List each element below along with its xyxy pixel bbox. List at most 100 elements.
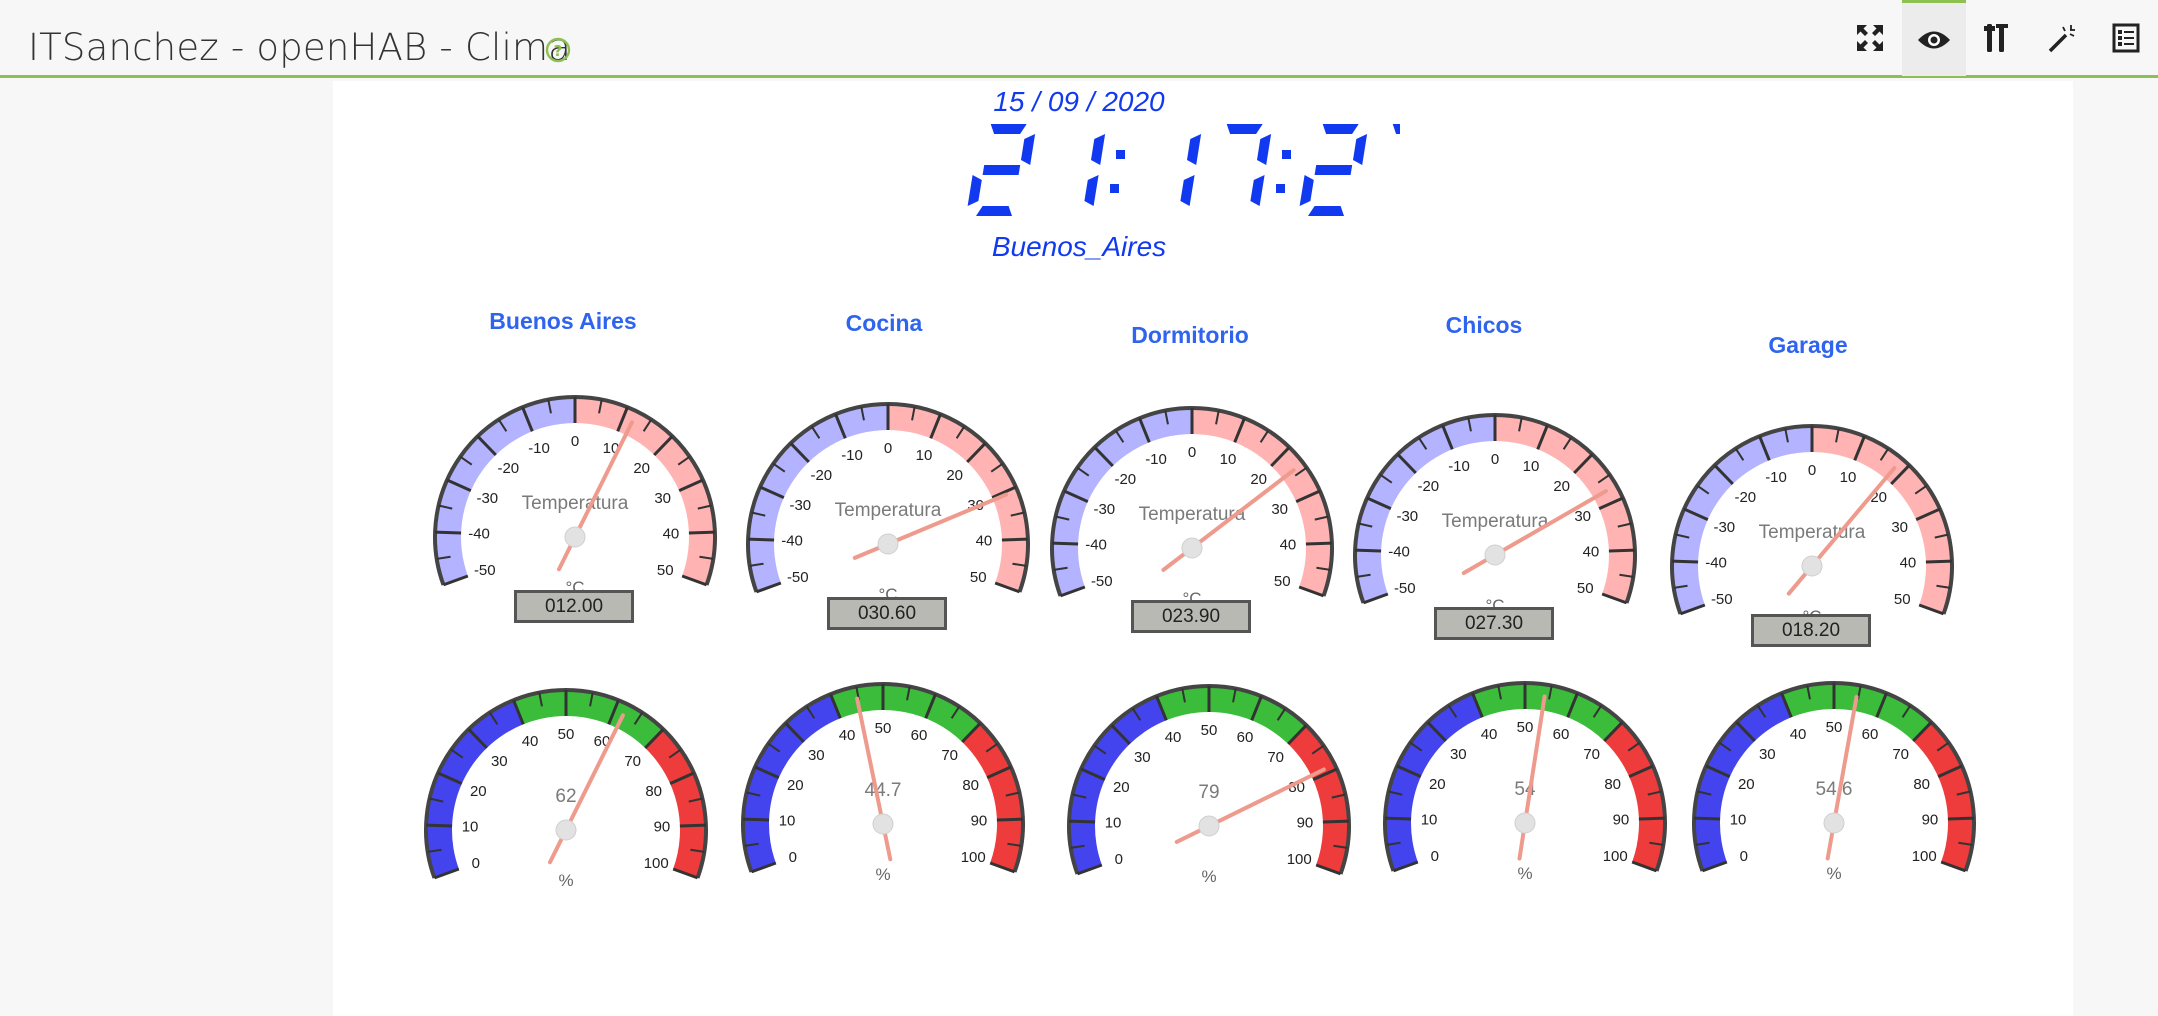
clock-timezone: Buenos_Aires xyxy=(991,231,1167,262)
gauge-tick xyxy=(1305,541,1332,546)
gauge-tick-label: -20 xyxy=(497,460,519,477)
gauge-tick xyxy=(1069,819,1096,824)
gauge-tick-label: -50 xyxy=(1711,591,1733,608)
gauge-tick-label: 40 xyxy=(1900,555,1917,572)
gauge-tick-label: 40 xyxy=(1481,726,1498,743)
gauge-tick-label: 20 xyxy=(1250,471,1267,488)
gauge-tick-label: 30 xyxy=(1574,508,1591,525)
gauge-title: Buenos Aires xyxy=(489,308,637,334)
gauge-value-label: 54.6 xyxy=(1816,779,1853,800)
gauge-tick-label: -50 xyxy=(787,569,809,586)
gauge-tick xyxy=(1608,548,1635,553)
gauge-tick-label: 30 xyxy=(491,753,508,770)
gauge-tick-label: 10 xyxy=(779,813,796,830)
gauge-tick-label: 50 xyxy=(970,569,987,586)
gauge-tick-label: 100 xyxy=(961,849,986,866)
gauge-tick-label: 50 xyxy=(1577,580,1594,597)
gauge-tick-label: 50 xyxy=(1517,719,1534,736)
gauge-tick-label: -40 xyxy=(468,526,490,543)
gauge-label: Temperatura xyxy=(835,500,942,521)
gauge-tick-label: 80 xyxy=(1604,776,1621,793)
gauge-tick xyxy=(1694,816,1721,821)
gauge-tick-label: -20 xyxy=(1417,478,1439,495)
gauge-band xyxy=(435,397,575,585)
clock-colon xyxy=(1110,150,1125,193)
gauge-tick-label: 30 xyxy=(1759,746,1776,763)
humidity-gauge: 010203040 50 6070809010054% xyxy=(1383,681,1667,883)
gauge-tick-label: 10 xyxy=(1220,451,1237,468)
gauge-tick-label: 70 xyxy=(1583,746,1600,763)
gauge-tick-label: -30 xyxy=(1093,501,1115,518)
gauge-band xyxy=(1672,426,1812,614)
gauge-pivot xyxy=(1181,537,1203,559)
gauge-band xyxy=(1812,426,1952,614)
gauge-tick-label: 10 xyxy=(1105,815,1122,832)
gauge-title: Dormitorio xyxy=(1131,322,1249,348)
gauge-tick-label: 10 xyxy=(462,819,479,836)
gauge-tick-label: 30 xyxy=(1134,749,1151,766)
gauge-label: Temperatura xyxy=(1139,504,1246,525)
gauge-band xyxy=(748,404,888,592)
gauge-tick-label: 90 xyxy=(1613,812,1630,829)
gauge-value-label: 62 xyxy=(555,786,576,807)
gauge-tick-label: 10 xyxy=(1840,469,1857,486)
gauge-tick xyxy=(996,817,1023,822)
gauge-title: Garage xyxy=(1768,332,1848,358)
clock-digit xyxy=(1299,124,1368,216)
gauge-unit: % xyxy=(558,871,573,890)
gauge-tick-label: 30 xyxy=(654,490,671,507)
gauge-unit: % xyxy=(1517,864,1532,883)
temperature-value-display: 012.00 xyxy=(514,590,634,623)
gauge-tick-label: 20 xyxy=(1113,779,1130,796)
gauge-tick-label: 10 xyxy=(1421,812,1438,829)
gauge-rim xyxy=(1383,681,1667,872)
gauge-tick-label: -40 xyxy=(1388,544,1410,561)
temperature-gauge: -50-40-30-20-1001020304050Temperatura°C xyxy=(1050,406,1334,608)
gauge-tick-label: 50 xyxy=(1894,591,1911,608)
gauge-tick-label: 100 xyxy=(1287,851,1312,868)
gauge-rim xyxy=(1692,681,1976,872)
gauge-tick-label: -30 xyxy=(1396,508,1418,525)
gauge-tick-label: 40 xyxy=(839,727,856,744)
humidity-gauge: 010203040 50 6070809010054.6% xyxy=(1692,681,1976,883)
temperature-value-display: 018.20 xyxy=(1751,614,1871,647)
gauge-tick-label: 30 xyxy=(1891,519,1908,536)
gauge-tick-label: 70 xyxy=(1892,746,1909,763)
clock-time xyxy=(967,124,1400,216)
gauge-tick xyxy=(1385,816,1412,821)
gauge-tick-label: -10 xyxy=(1765,469,1787,486)
temperature-gauge: -50-40-30-20-1001020304050Temperatura°C xyxy=(746,402,1030,604)
gauge-pivot xyxy=(1198,815,1220,837)
gauge-tick-label: 100 xyxy=(644,855,669,872)
gauge-tick-label: 50 xyxy=(1201,722,1218,739)
gauge-tick-label: 0 xyxy=(789,849,797,866)
gauge-band xyxy=(1355,415,1495,603)
gauge-tick-label: 90 xyxy=(1922,812,1939,829)
gauge-unit: % xyxy=(1826,864,1841,883)
gauge-tick-label: -40 xyxy=(1085,537,1107,554)
gauge-tick-label: 0 xyxy=(1431,848,1439,865)
gauge-tick-label: 0 xyxy=(1491,451,1499,468)
gauge-value-label: 44.7 xyxy=(865,780,902,801)
gauge-tick xyxy=(1355,548,1382,553)
gauge-tick-label: 40 xyxy=(1790,726,1807,743)
gauge-tick-label: 70 xyxy=(1267,749,1284,766)
gauge-tick-label: -50 xyxy=(474,562,496,579)
humidity-gauge: 010203040 50 6070809010062% xyxy=(424,688,708,890)
gauge-pivot xyxy=(1514,812,1536,834)
gauge-tick-label: 40 xyxy=(522,733,539,750)
gauge-tick-label: 30 xyxy=(1450,746,1467,763)
gauge-tick-label: 0 xyxy=(1740,848,1748,865)
gauge-tick-label: 80 xyxy=(962,777,979,794)
gauge-tick xyxy=(435,530,462,535)
gauge-tick xyxy=(743,817,770,822)
gauge-tick-label: 20 xyxy=(787,777,804,794)
gauge-tick-label: 0 xyxy=(1188,444,1196,461)
gauge-label: Temperatura xyxy=(1442,511,1549,532)
temperature-gauge: -50-40-30-20-1001020304050Temperatura°C xyxy=(1353,413,1637,615)
gauge-tick-label: 10 xyxy=(1730,812,1747,829)
humidity-gauge: 010203040 50 6070809010079% xyxy=(1067,684,1351,886)
clock-date: 15 / 09 / 2020 xyxy=(993,86,1165,117)
gauge-tick xyxy=(426,823,453,828)
gauge-pivot xyxy=(872,813,894,835)
